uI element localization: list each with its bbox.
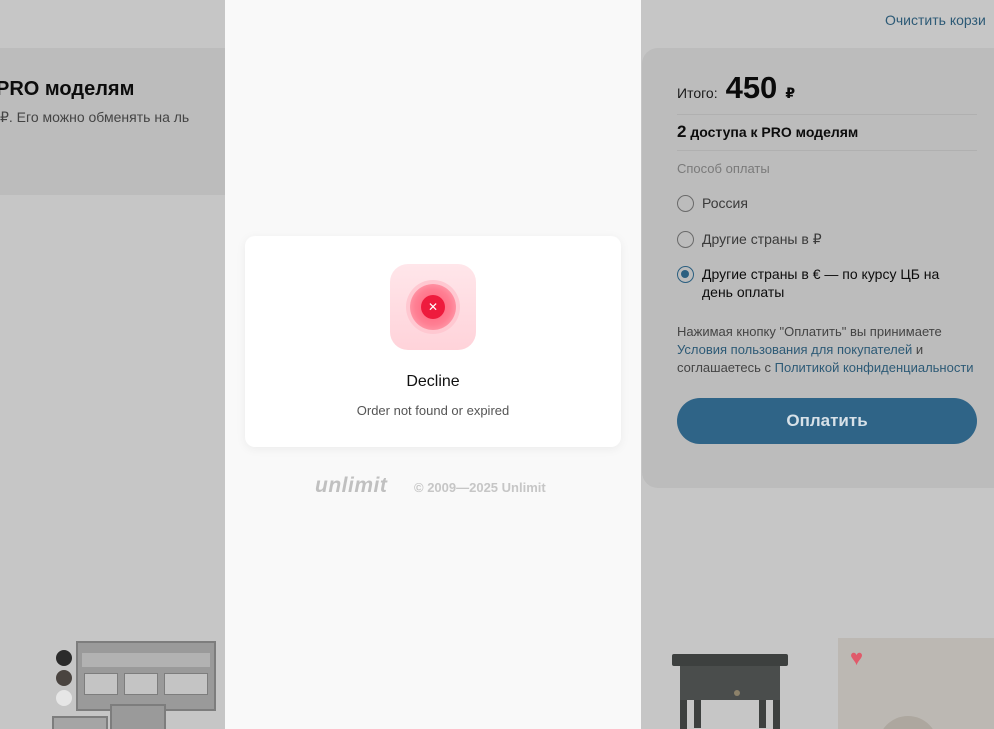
terms-link[interactable]: Условия пользования для покупателей (677, 342, 912, 357)
color-swatch (56, 650, 72, 666)
access-summary: 2 доступа к PRO моделям (677, 122, 858, 142)
total-label: Итого: (677, 85, 718, 101)
legal-text: соглашаетесь с (677, 360, 772, 375)
nightstand-drawer (680, 666, 780, 700)
product-info-card: PRO моделям ₽. Его можно обменять на ль (0, 48, 225, 195)
payment-option-label: Другие страны в € — по курсу ЦБ на день … (702, 266, 940, 300)
payment-status-overlay: ✕ Decline Order not found or expired unl… (225, 0, 641, 729)
divider (677, 150, 977, 151)
privacy-policy-link[interactable]: Политикой конфиденциальности (775, 360, 974, 375)
product-info-text: ₽. Его можно обменять на ль (0, 109, 190, 125)
x-circle-icon: ✕ (421, 295, 445, 319)
nightstand-leg (773, 700, 780, 729)
legal-text: Нажимая кнопку "Оплатить" вы принимаете (677, 324, 942, 339)
drawer-knob (734, 690, 740, 696)
payment-option-russia[interactable]: Россия (677, 194, 748, 212)
radio-button[interactable] (677, 195, 694, 212)
status-title: Decline (406, 373, 460, 390)
divider (677, 114, 977, 115)
payment-option-other-eur[interactable]: Другие страны в € — по курсу ЦБ на день … (677, 265, 957, 301)
nightstand-leg (694, 700, 701, 728)
currency-symbol: ₽ (785, 85, 796, 101)
arch-shape (878, 716, 938, 729)
order-summary-panel: Итого: 450 ₽ 2 доступа к PRO моделям Спо… (642, 48, 994, 488)
legal-text: и (915, 342, 924, 357)
clear-cart-link[interactable]: Очистить корзи (885, 12, 986, 28)
shelf (82, 653, 210, 667)
color-swatch (56, 670, 72, 686)
heart-icon[interactable]: ♥ (850, 647, 863, 669)
radio-button-selected[interactable] (677, 266, 694, 283)
nightstand-leg (680, 700, 687, 729)
access-count: 2 (677, 122, 687, 141)
radio-button[interactable] (677, 231, 694, 248)
nightstand-leg (759, 700, 766, 728)
payment-option-other-rub[interactable]: Другие страны в ₽ (677, 230, 822, 248)
drawer (84, 673, 118, 695)
status-icon-tile: ✕ (390, 264, 476, 350)
pay-button[interactable]: Оплатить (677, 398, 977, 444)
legal-notice: Нажимая кнопку "Оплатить" вы принимаете … (677, 323, 977, 377)
drawer (164, 673, 208, 695)
error-ring: ✕ (410, 284, 456, 330)
tv-stand-image (76, 641, 216, 711)
product-thumbnail-nightstand[interactable] (672, 654, 788, 729)
status-message: Order not found or expired (356, 403, 510, 418)
color-swatch (56, 690, 72, 706)
nightstand-top (672, 654, 788, 666)
product-info-title: PRO моделям (0, 78, 135, 100)
small-drawer-image (110, 704, 166, 729)
payment-option-label: Россия (702, 195, 748, 211)
order-total: Итого: 450 ₽ (677, 70, 795, 106)
drawer (124, 673, 158, 695)
copyright-text: © 2009—2025 Unlimit (414, 480, 546, 495)
brand-logo: unlimit (315, 474, 388, 497)
payment-method-label: Способ оплаты (677, 161, 770, 176)
status-card: ✕ Decline Order not found or expired (245, 236, 621, 447)
payment-option-label: Другие страны в ₽ (702, 231, 822, 247)
small-drawer-image (52, 716, 108, 729)
access-text: доступа к PRO моделям (690, 124, 859, 140)
total-amount: 450 (725, 70, 778, 105)
